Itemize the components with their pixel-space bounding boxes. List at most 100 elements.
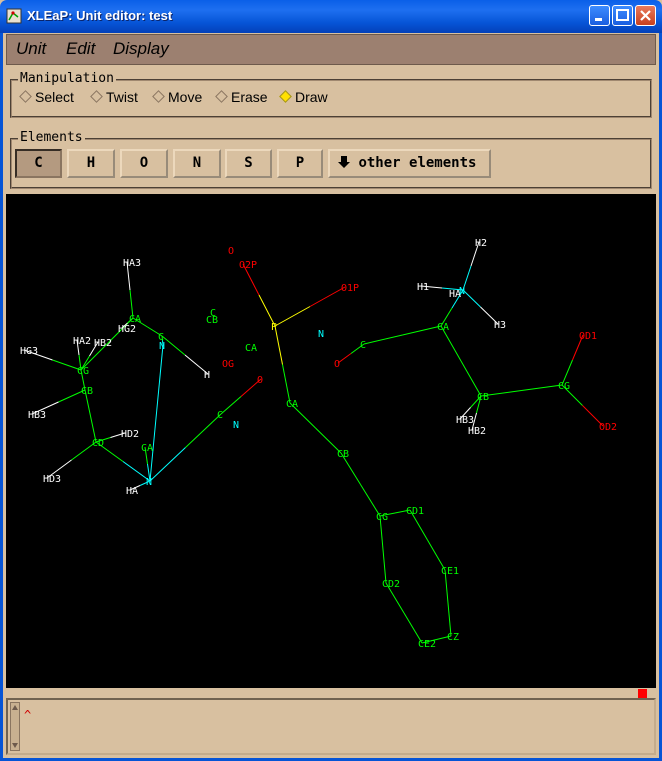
maximize-button[interactable] bbox=[612, 5, 633, 26]
atom-label[interactable]: CA bbox=[437, 322, 449, 333]
molecule-canvas[interactable]: HA3 CA HG2 HA2 HB2 C N H HG3 CG CB HB3 HD2 CD CA HD3 HA N… bbox=[6, 194, 656, 688]
atom-label[interactable]: O bbox=[257, 375, 263, 386]
element-button-p[interactable]: P bbox=[277, 149, 323, 178]
bond-line[interactable] bbox=[309, 286, 346, 307]
atom-label[interactable]: HA bbox=[126, 486, 138, 497]
minimize-icon bbox=[595, 18, 602, 21]
bond-line[interactable] bbox=[402, 325, 442, 336]
atom-label[interactable]: C bbox=[360, 340, 366, 351]
atom-label[interactable]: CG bbox=[77, 366, 89, 377]
molecule-drawing[interactable]: HA3CAHG2HA2 HB2CNHHG3CGCBHB3HD2CD CAHD3HAN… bbox=[6, 194, 656, 688]
bond-line[interactable] bbox=[220, 396, 242, 415]
bond-line[interactable] bbox=[521, 384, 563, 391]
atom-label[interactable]: HB2 bbox=[94, 338, 112, 349]
manipulation-label: Manipulation bbox=[18, 71, 116, 86]
command-area[interactable]: ^ bbox=[6, 698, 656, 755]
radio-move[interactable]: Move bbox=[152, 89, 203, 105]
atom-label[interactable]: CG bbox=[558, 381, 570, 392]
element-button-c[interactable]: C bbox=[15, 149, 62, 178]
atom-label[interactable]: HG3 bbox=[20, 346, 38, 357]
atom-label[interactable]: H1 bbox=[417, 282, 429, 293]
status-indicator bbox=[638, 689, 647, 698]
atom-label[interactable]: HB3 bbox=[456, 415, 474, 426]
menu-unit[interactable]: Unit bbox=[16, 39, 46, 59]
element-button-h[interactable]: H bbox=[67, 149, 115, 178]
radio-erase[interactable]: Erase bbox=[215, 89, 268, 105]
atom-label[interactable]: CA bbox=[141, 443, 153, 454]
title-bar[interactable]: XLEaP: Unit editor: test bbox=[0, 0, 662, 33]
atom-label[interactable]: HG2 bbox=[118, 324, 136, 335]
atom-label[interactable]: P bbox=[271, 322, 277, 333]
other-elements-button[interactable]: other elements bbox=[328, 149, 491, 178]
bond-line[interactable] bbox=[282, 364, 291, 404]
bond-line[interactable] bbox=[460, 360, 482, 397]
atom-label[interactable]: HA2 bbox=[73, 336, 91, 347]
bond-line[interactable] bbox=[161, 335, 186, 356]
bond-line[interactable] bbox=[156, 344, 164, 414]
atom-label[interactable]: OD2 bbox=[599, 422, 617, 433]
other-elements-label: other elements bbox=[358, 155, 477, 171]
atom-label[interactable]: C bbox=[217, 410, 223, 421]
atom-label[interactable]: CE2 bbox=[418, 639, 436, 650]
radio-move-label: Move bbox=[168, 89, 203, 105]
atom-label[interactable]: N bbox=[233, 420, 239, 431]
atom-label[interactable]: HD2 bbox=[121, 429, 139, 440]
bond-line[interactable] bbox=[382, 549, 387, 584]
bond-line[interactable] bbox=[274, 306, 311, 327]
command-scrollbar[interactable] bbox=[10, 702, 20, 751]
elements-group: Elements C H O N S P other elements bbox=[10, 130, 652, 189]
text-caret: ^ bbox=[24, 708, 32, 722]
menu-edit[interactable]: Edit bbox=[66, 39, 95, 59]
atom-label[interactable]: CD2 bbox=[382, 579, 400, 590]
bond-line[interactable] bbox=[462, 289, 481, 308]
element-button-o[interactable]: O bbox=[120, 149, 168, 178]
atom-label[interactable]: O bbox=[228, 246, 234, 257]
atom-label[interactable]: O2P bbox=[239, 260, 257, 271]
atom-label[interactable]: HD3 bbox=[43, 474, 61, 485]
atom-label[interactable]: CB bbox=[81, 386, 93, 397]
atom-label[interactable]: H2 bbox=[475, 238, 487, 249]
atom-label[interactable]: CA bbox=[286, 399, 298, 410]
atom-label[interactable]: CG bbox=[376, 512, 388, 523]
atom-label[interactable]: OG bbox=[222, 359, 234, 370]
atom-label[interactable]: H bbox=[204, 370, 210, 381]
atom-label[interactable]: HB2 bbox=[468, 426, 486, 437]
scroll-down-icon bbox=[12, 743, 18, 748]
atom-label[interactable]: CB bbox=[477, 392, 489, 403]
atom-label[interactable]: CB bbox=[337, 449, 349, 460]
atom-label[interactable]: N bbox=[146, 477, 152, 488]
atom-label[interactable]: HA3 bbox=[123, 258, 141, 269]
atom-label[interactable]: CD1 bbox=[406, 506, 424, 517]
radio-twist[interactable]: Twist bbox=[90, 89, 138, 105]
atom-label[interactable]: OD1 bbox=[579, 331, 597, 342]
element-button-s[interactable]: S bbox=[225, 149, 272, 178]
atom-label[interactable]: CA bbox=[245, 343, 257, 354]
bond-line[interactable] bbox=[363, 334, 403, 345]
close-button[interactable] bbox=[635, 5, 656, 26]
minimize-button[interactable] bbox=[589, 5, 610, 26]
atom-label[interactable]: CD bbox=[92, 438, 104, 449]
bond-line[interactable] bbox=[185, 413, 222, 448]
maximize-icon bbox=[616, 9, 629, 21]
radio-select[interactable]: Select bbox=[19, 89, 74, 105]
radio-select-label: Select bbox=[35, 89, 74, 105]
atom-label[interactable]: N bbox=[159, 341, 165, 352]
atom-label[interactable]: O bbox=[334, 359, 340, 370]
radio-indicator-icon bbox=[215, 89, 228, 103]
radio-draw-label: Draw bbox=[295, 89, 328, 105]
element-button-n[interactable]: N bbox=[173, 149, 221, 178]
radio-indicator-icon bbox=[152, 89, 165, 103]
bond-line[interactable] bbox=[149, 447, 186, 482]
atom-label[interactable]: N bbox=[459, 286, 465, 297]
atom-label[interactable]: CB bbox=[206, 315, 218, 326]
atom-label[interactable]: H3 bbox=[494, 320, 506, 331]
arrow-down-icon bbox=[338, 156, 350, 168]
radio-draw[interactable]: Draw bbox=[279, 89, 328, 105]
menu-display[interactable]: Display bbox=[113, 39, 169, 59]
manipulation-group: Manipulation Select Twist Move Erase Dra… bbox=[10, 71, 652, 118]
atom-label[interactable]: CZ bbox=[447, 632, 459, 643]
atom-label[interactable]: N bbox=[318, 329, 324, 340]
atom-label[interactable]: CE1 bbox=[441, 566, 459, 577]
atom-label[interactable]: HB3 bbox=[28, 410, 46, 421]
atom-label[interactable]: O1P bbox=[341, 283, 359, 294]
